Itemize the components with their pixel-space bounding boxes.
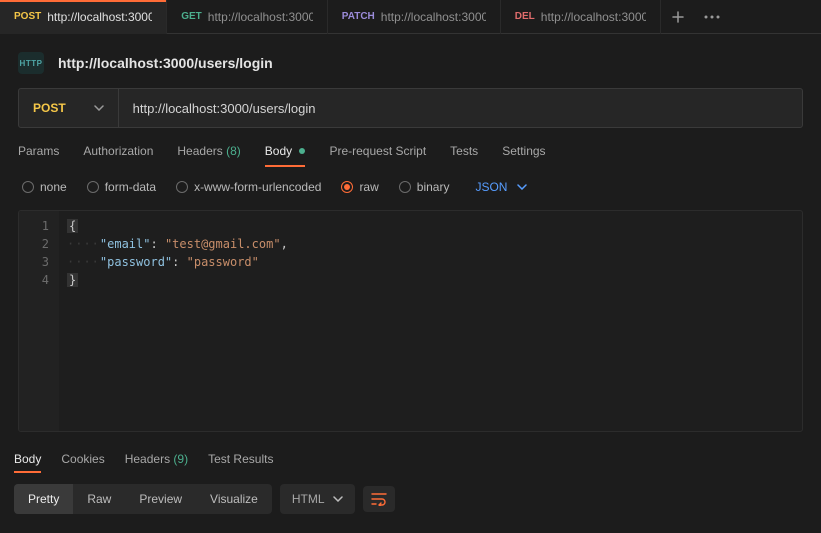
chevron-down-icon <box>333 496 343 502</box>
ellipsis-icon <box>704 15 720 19</box>
response-tab-body[interactable]: Body <box>14 446 41 472</box>
editor-gutter: 1 2 3 4 <box>19 211 59 431</box>
body-lang-label: JSON <box>475 180 507 194</box>
request-tab-3[interactable]: DEL http://localhost:3000/api <box>501 0 661 34</box>
chevron-down-icon <box>94 105 104 111</box>
tab-title: http://localhost:3000/us <box>47 10 152 24</box>
tab-title: http://localhost:3000/api <box>541 10 646 24</box>
tab-method-label: PATCH <box>342 11 375 22</box>
body-type-formdata[interactable]: form-data <box>87 180 156 194</box>
line-number: 3 <box>19 253 49 271</box>
tab-title: http://localhost:3000/api <box>208 10 313 24</box>
editor-code[interactable]: { ····"email": "test@gmail.com", ····"pa… <box>59 211 296 431</box>
line-number: 2 <box>19 235 49 253</box>
radio-icon <box>87 181 99 193</box>
tab-settings[interactable]: Settings <box>502 144 545 166</box>
body-type-binary[interactable]: binary <box>399 180 450 194</box>
tab-method-label: DEL <box>515 11 535 22</box>
response-tab-testresults[interactable]: Test Results <box>208 446 273 472</box>
tab-overflow-button[interactable] <box>695 0 729 34</box>
body-modified-dot-icon <box>299 148 305 154</box>
tab-title: http://localhost:3000/a <box>381 10 486 24</box>
body-lang-select[interactable]: JSON <box>475 180 527 194</box>
json-value-password: password <box>194 255 252 269</box>
request-name[interactable]: http://localhost:3000/users/login <box>58 55 273 71</box>
headers-count: (8) <box>226 144 241 158</box>
tab-tests[interactable]: Tests <box>450 144 478 166</box>
request-tab-0[interactable]: POST http://localhost:3000/us <box>0 0 167 34</box>
tab-body-label: Body <box>265 144 292 158</box>
line-number: 1 <box>19 217 49 235</box>
radio-icon <box>22 181 34 193</box>
radio-icon <box>176 181 188 193</box>
request-tab-bar: POST http://localhost:3000/us GET http:/… <box>0 0 821 34</box>
tab-body[interactable]: Body <box>265 144 306 166</box>
line-number: 4 <box>19 271 49 289</box>
response-format-select[interactable]: HTML <box>280 484 355 514</box>
view-mode-visualize[interactable]: Visualize <box>196 484 272 514</box>
body-type-label: binary <box>417 180 450 194</box>
tab-headers[interactable]: Headers (8) <box>177 144 240 166</box>
request-subtabs: Params Authorization Headers (8) Body Pr… <box>0 128 821 166</box>
url-input[interactable] <box>119 89 802 127</box>
add-tab-button[interactable] <box>661 0 695 34</box>
tab-method-label: POST <box>14 11 41 22</box>
url-row: POST <box>18 88 803 128</box>
body-type-xwww[interactable]: x-www-form-urlencoded <box>176 180 321 194</box>
body-editor[interactable]: 1 2 3 4 { ····"email": "test@gmail.com",… <box>18 210 803 432</box>
response-tab-cookies[interactable]: Cookies <box>61 446 104 472</box>
tab-method-label: GET <box>181 11 202 22</box>
view-mode-raw[interactable]: Raw <box>73 484 125 514</box>
tab-params[interactable]: Params <box>18 144 59 166</box>
plus-icon <box>671 10 685 24</box>
chevron-down-icon <box>517 184 527 190</box>
request-tab-1[interactable]: GET http://localhost:3000/api <box>167 0 328 34</box>
view-mode-preview[interactable]: Preview <box>125 484 196 514</box>
radio-icon <box>399 181 411 193</box>
request-header: HTTP http://localhost:3000/users/login <box>0 34 821 88</box>
response-toolbar: Pretty Raw Preview Visualize HTML <box>0 472 821 514</box>
body-type-row: none form-data x-www-form-urlencoded raw… <box>0 166 821 204</box>
tab-prerequest[interactable]: Pre-request Script <box>329 144 426 166</box>
response-tab-headers-label: Headers <box>125 452 170 466</box>
response-tabs: Body Cookies Headers (9) Test Results <box>0 446 821 472</box>
http-badge-icon: HTTP <box>18 52 44 74</box>
json-value-email: test@gmail.com <box>172 237 273 251</box>
body-type-none[interactable]: none <box>22 180 67 194</box>
body-type-label: none <box>40 180 67 194</box>
request-tab-2[interactable]: PATCH http://localhost:3000/a <box>328 0 501 34</box>
tab-authorization[interactable]: Authorization <box>83 144 153 166</box>
word-wrap-icon <box>371 492 387 506</box>
body-type-label: x-www-form-urlencoded <box>194 180 321 194</box>
view-mode-pretty[interactable]: Pretty <box>14 484 73 514</box>
body-type-raw[interactable]: raw <box>341 180 378 194</box>
view-mode-group: Pretty Raw Preview Visualize <box>14 484 272 514</box>
response-format-label: HTML <box>292 492 325 506</box>
response-panel: Body Cookies Headers (9) Test Results Pr… <box>0 446 821 514</box>
tab-headers-label: Headers <box>177 144 222 158</box>
method-label: POST <box>33 101 66 115</box>
response-tab-headers[interactable]: Headers (9) <box>125 446 188 472</box>
response-headers-count: (9) <box>173 452 188 466</box>
radio-icon <box>341 181 353 193</box>
wrap-lines-button[interactable] <box>363 486 395 512</box>
body-type-label: form-data <box>105 180 156 194</box>
method-select[interactable]: POST <box>19 89 119 127</box>
body-type-label: raw <box>359 180 378 194</box>
